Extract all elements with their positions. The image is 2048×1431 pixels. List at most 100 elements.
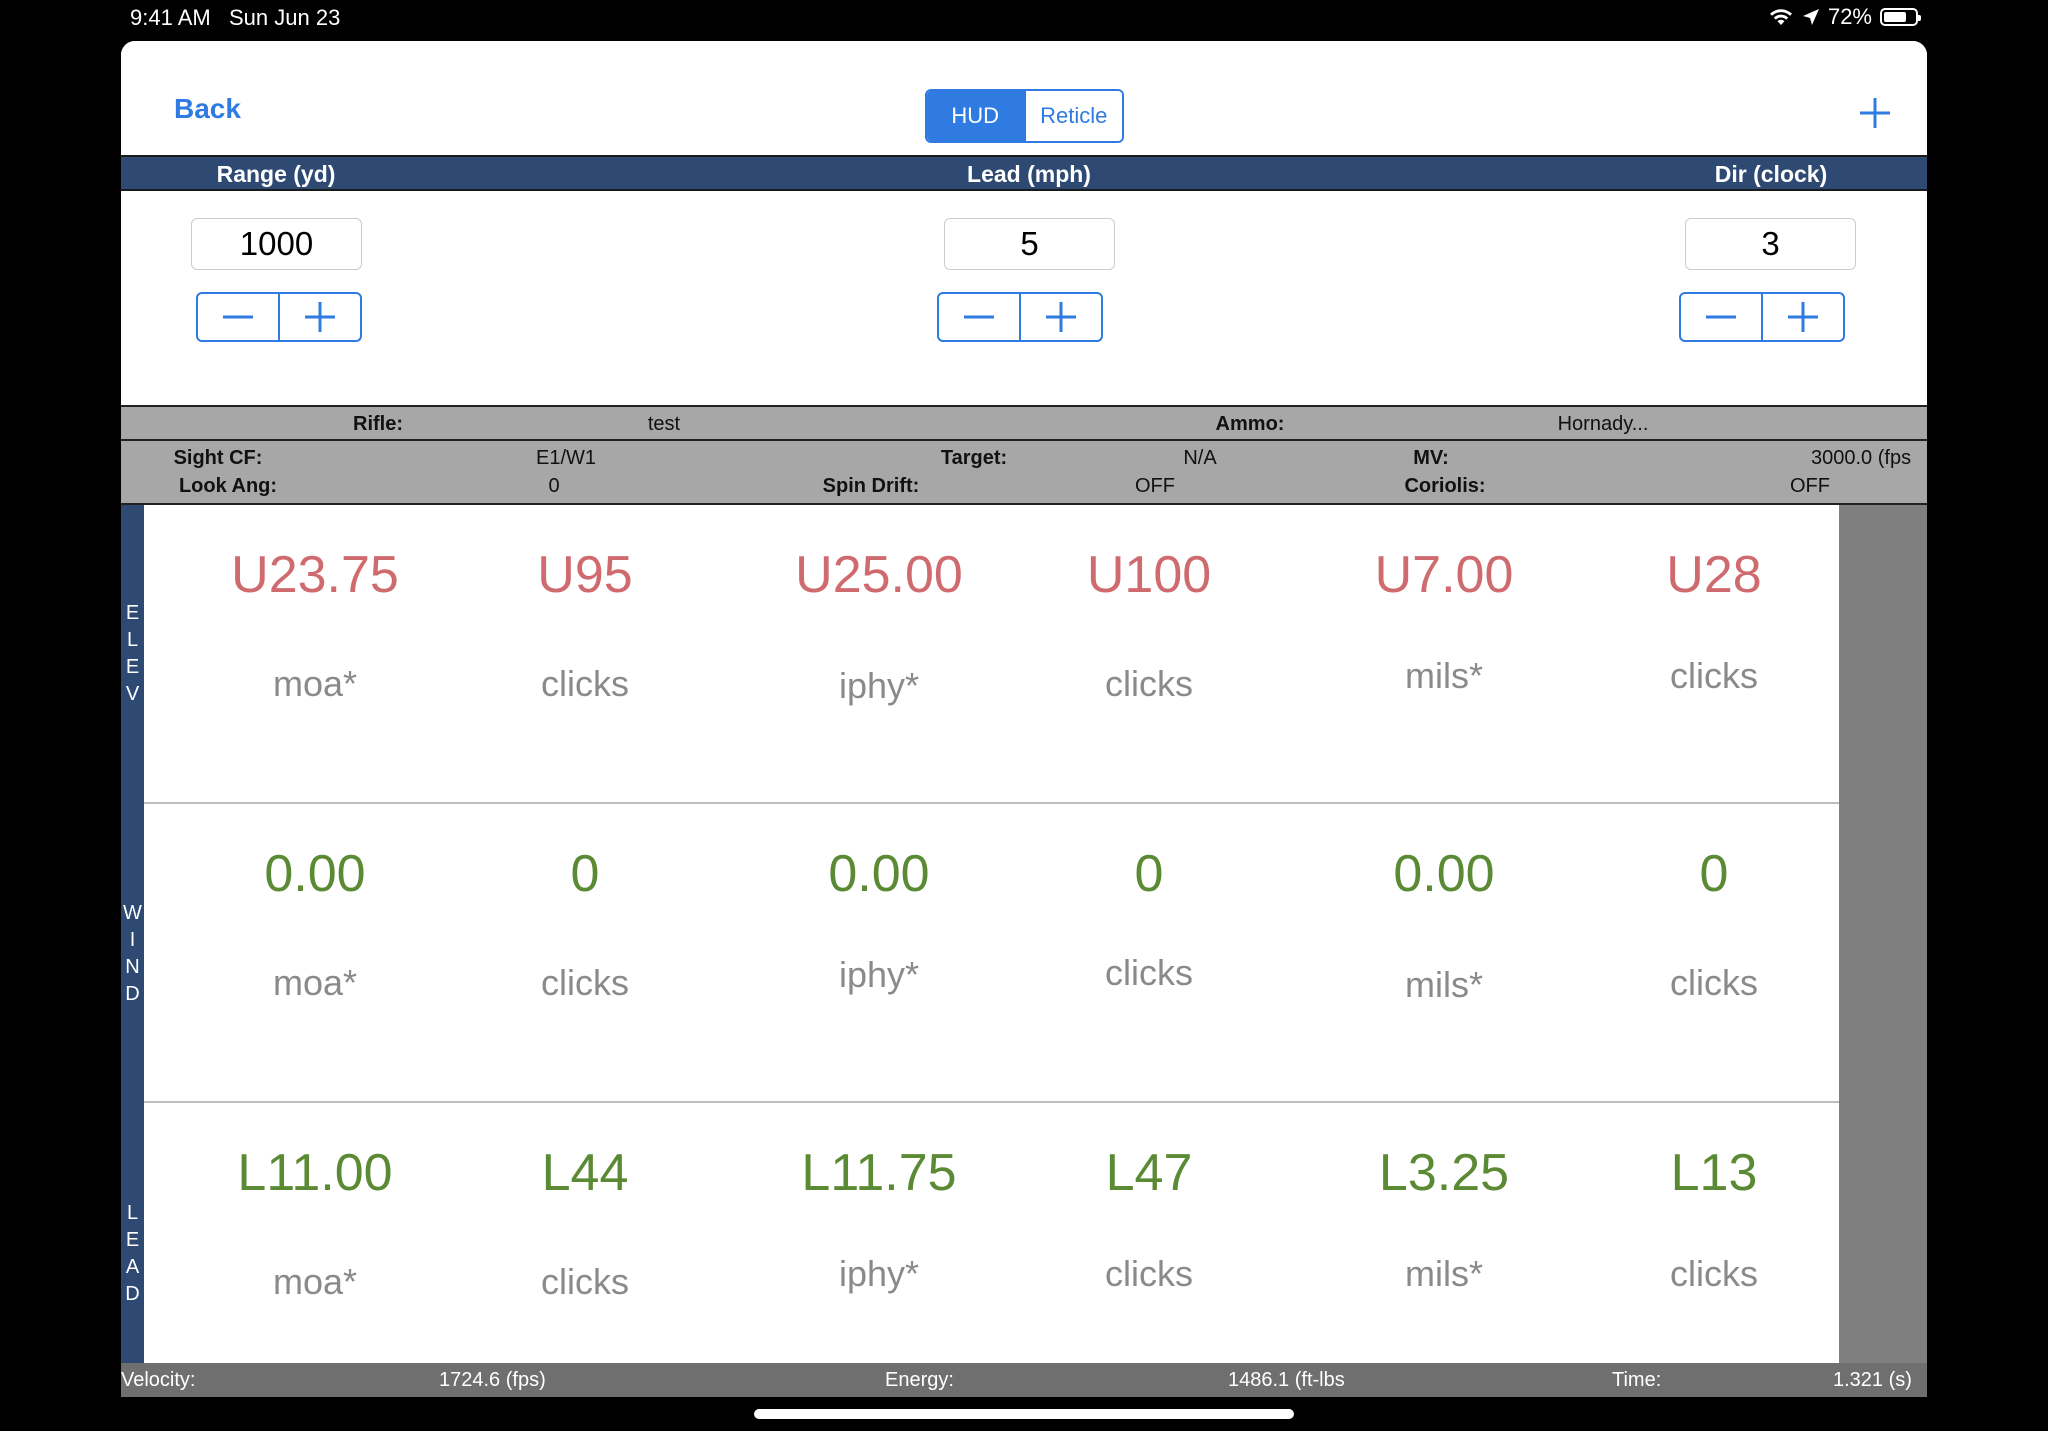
lead-unit-5: mils* [1405,1253,1483,1294]
lead-unit-3: iphy* [838,1253,920,1294]
settings-strip[interactable]: Sight CF: E1/W1 Target: N/A MV: 3000.0 (… [121,441,1927,505]
row-label-lead: LEAD [121,1200,144,1308]
wind-value-1[interactable]: 0.00 [264,844,365,904]
elev-unit-4: clicks [1105,663,1193,704]
lead-input[interactable]: 5 [944,218,1115,270]
sight-cf-value: E1/W1 [535,447,597,469]
dir-input[interactable]: 3 [1685,218,1856,270]
lead-stepper [937,292,1103,342]
home-indicator[interactable] [754,1409,1294,1419]
row-label-letter: E [125,602,140,624]
row-label-letter: D [125,983,140,1005]
dir-decrement-button[interactable] [1681,294,1761,340]
elev-value-3[interactable]: U25.00 [795,545,963,605]
inputs-panel: 1000 5 3 [121,191,1927,405]
energy-value: 1486.1 (ft-lbs [1228,1369,1345,1391]
lead-value-4[interactable]: L47 [1106,1143,1193,1203]
lead-value-5[interactable]: L3.25 [1379,1143,1509,1203]
status-date: Sun Jun 23 [229,5,341,30]
wind-unit-2: clicks [541,962,629,1003]
row-label-letter: E [125,1229,140,1251]
plus-icon [1788,302,1818,332]
dir-increment-button[interactable] [1761,294,1843,340]
velocity-label: Velocity: [121,1369,196,1391]
row-label-letter: N [125,956,140,978]
elev-unit-5: mils* [1405,655,1483,696]
input-header-bar: Range (yd) Lead (mph) Dir (clock) [121,155,1927,191]
wifi-icon [1769,9,1792,25]
wind-unit-1: moa* [272,962,358,1003]
lead-unit-6: clicks [1670,1253,1758,1294]
plus-icon[interactable] [1858,96,1892,130]
minus-icon [223,315,253,319]
solution-grid: ELEVWINDLEAD U23.75 moa* U95 clicks U25.00 ip… [121,505,1927,1397]
elev-value-4[interactable]: U100 [1087,545,1211,605]
wind-value-6[interactable]: 0 [1700,844,1729,904]
rifle-ammo-strip[interactable]: Rifle: test Ammo: Hornady... [121,405,1927,441]
lead-value-1[interactable]: L11.00 [237,1143,392,1203]
row-label-letter: E [125,656,140,678]
rifle-value: test [647,413,681,435]
lead-value-3[interactable]: L11.75 [801,1143,956,1203]
wind-value-3[interactable]: 0.00 [828,844,929,904]
row-label-letter: D [125,1283,140,1305]
lead-value-2[interactable]: L44 [542,1143,629,1203]
location-arrow-icon [1802,9,1819,25]
wind-value-4[interactable]: 0 [1135,844,1164,904]
row-label-letter: I [129,929,136,951]
range-increment-button[interactable] [278,294,360,340]
lead-increment-button[interactable] [1019,294,1101,340]
range-input[interactable]: 1000 [191,218,362,270]
status-bar: 9:41 AM Sun Jun 23 72% [0,0,2048,36]
elev-value-5[interactable]: U7.00 [1375,545,1514,605]
elev-unit-2: clicks [541,663,629,704]
lead-decrement-button[interactable] [939,294,1019,340]
spin-drift-value: OFF [1135,475,1175,497]
minus-icon [1706,315,1736,319]
range-decrement-button[interactable] [198,294,278,340]
plus-icon [1046,302,1076,332]
elev-value-1[interactable]: U23.75 [231,545,399,605]
mv-value: 3000.0 (fps [1811,447,1912,469]
time-label: Time: [1612,1369,1662,1391]
rifle-label: Rifle: [353,413,403,435]
sight-cf-label: Sight CF: [173,447,263,469]
row-label-letter: L [126,629,139,651]
velocity-value: 1724.6 (fps) [439,1369,546,1391]
dir-stepper [1679,292,1845,342]
lead-header: Lead (mph) [967,161,1091,187]
back-button[interactable]: Back [174,93,241,125]
lead-value-6[interactable]: L13 [1671,1143,1758,1203]
spin-drift-label: Spin Drift: [822,475,920,497]
elev-value-2[interactable]: U95 [537,545,632,605]
elev-value-6[interactable]: U28 [1666,545,1761,605]
wind-value-2[interactable]: 0 [571,844,600,904]
segment-reticle[interactable]: Reticle [1023,91,1122,141]
wind-unit-6: clicks [1670,962,1758,1003]
target-value: N/A [1183,447,1217,469]
time-value: 1.321 (s) [1833,1369,1912,1391]
coriolis-value: OFF [1790,475,1830,497]
energy-label: Energy: [885,1369,954,1391]
look-ang-label: Look Ang: [178,475,278,497]
row-label-wind: WIND [121,900,144,1008]
wind-value-5[interactable]: 0.00 [1393,844,1494,904]
right-side-panel [1839,505,1927,1397]
row-label-rail: ELEVWINDLEAD [121,505,144,1397]
range-header: Range (yd) [216,161,336,187]
lead-unit-2: clicks [541,1261,629,1302]
row-divider [144,802,1839,804]
ammo-value: Hornady... [1557,413,1649,435]
elev-unit-1: moa* [272,663,358,704]
wind-unit-4: clicks [1105,952,1193,993]
nav-bar: Back HUD Reticle [121,41,1927,155]
range-stepper [196,292,362,342]
lead-unit-1: moa* [272,1261,358,1302]
row-label-letter: V [125,683,140,705]
mv-label: MV: [1413,447,1449,469]
status-time: 9:41 AM [130,5,211,30]
elev-unit-6: clicks [1670,655,1758,696]
segment-hud[interactable]: HUD [927,91,1024,141]
wind-unit-3: iphy* [838,954,920,995]
plus-icon [305,302,335,332]
